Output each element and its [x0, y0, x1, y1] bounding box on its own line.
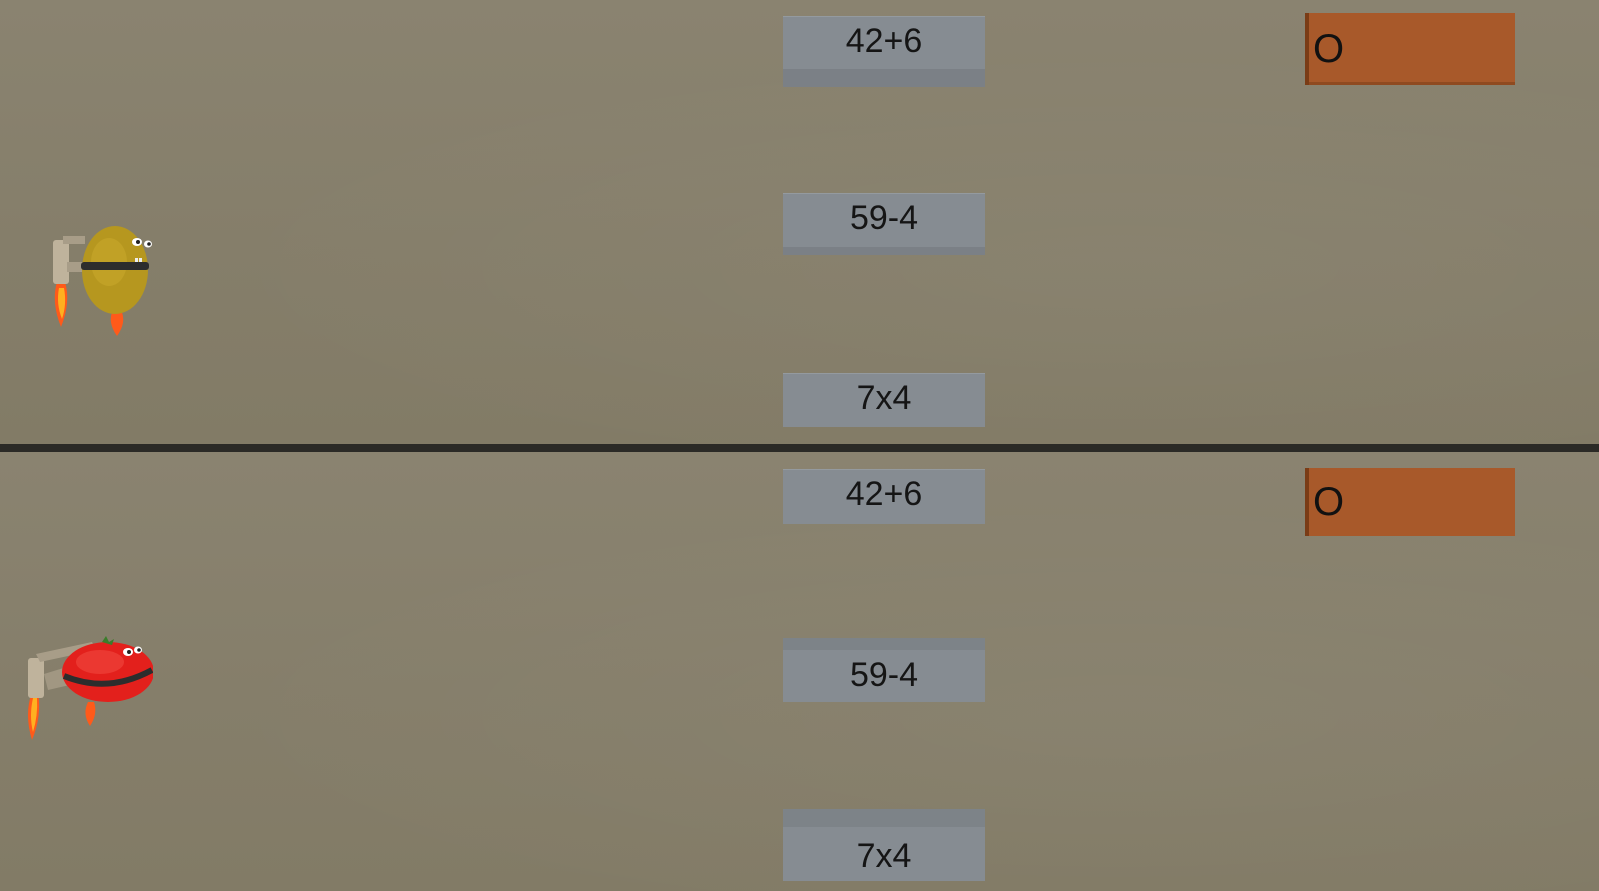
answer-block-2[interactable]: 59-4 [783, 193, 985, 255]
answer-block-3[interactable]: 7x4 [783, 373, 985, 427]
split-screen-divider [0, 444, 1599, 452]
player-top-pane: 42+6 59-4 7x4 O [0, 0, 1599, 444]
score-box: O [1305, 13, 1515, 85]
answer-block-label: 42+6 [845, 475, 923, 513]
answer-block-label: 7x4 [856, 379, 912, 417]
answer-block-1[interactable]: 42+6 [783, 16, 985, 87]
tomato-jetpack-icon[interactable] [18, 632, 153, 752]
potato-jetpack-icon[interactable] [45, 222, 155, 337]
answer-block-label: 59-4 [849, 199, 919, 237]
answer-block-2[interactable]: 59-4 [783, 638, 985, 702]
answer-block-label: 7x4 [856, 837, 912, 875]
answer-block-label: 42+6 [845, 22, 923, 60]
answer-block-label: 59-4 [849, 656, 919, 694]
score-box: O [1305, 468, 1515, 536]
score-text: O [1313, 479, 1345, 524]
answer-block-1[interactable]: 42+6 [783, 469, 985, 524]
answer-block-3[interactable]: 7x4 [783, 809, 985, 881]
player-bottom-pane: 42+6 59-4 7x4 O [0, 452, 1599, 891]
score-text: O [1313, 26, 1345, 71]
